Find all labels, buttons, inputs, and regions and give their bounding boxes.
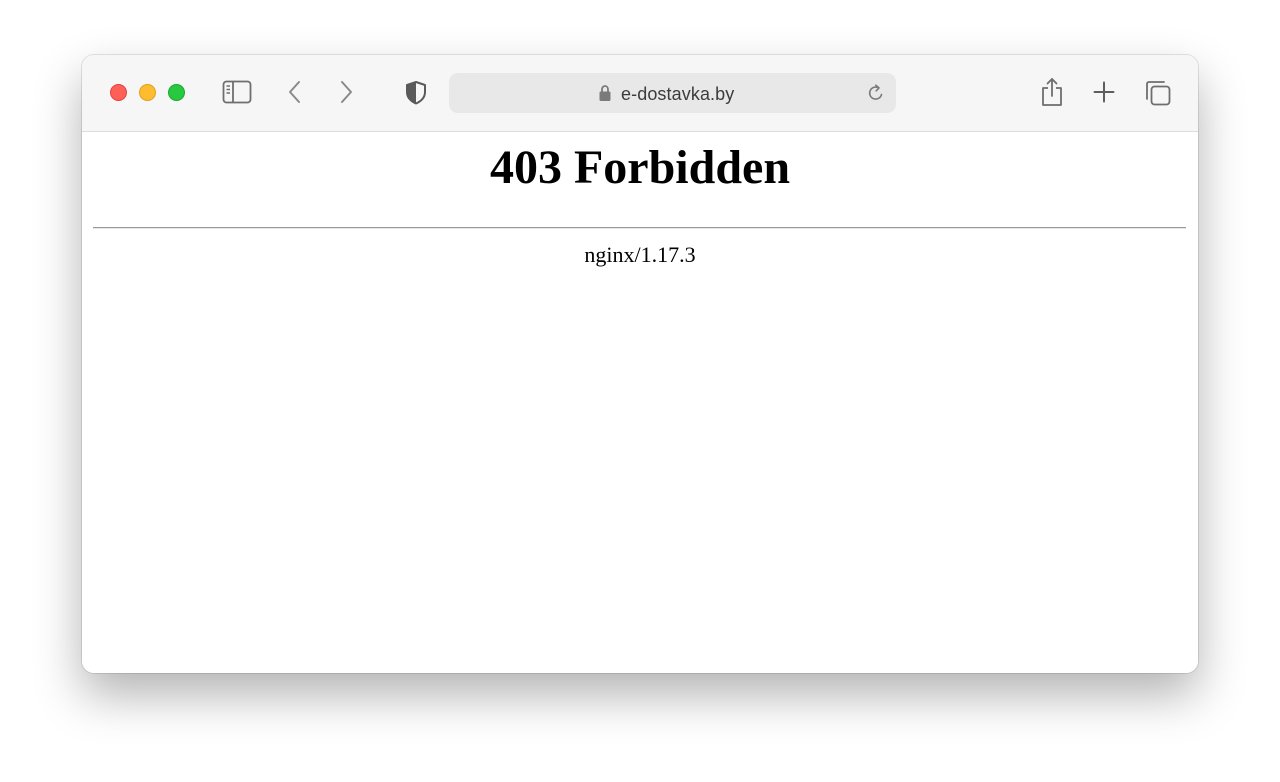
- page-content: 403 Forbidden nginx/1.17.3: [82, 132, 1198, 673]
- share-icon[interactable]: [1040, 77, 1064, 107]
- sidebar-icon[interactable]: [222, 80, 252, 104]
- close-window-button[interactable]: [110, 84, 127, 101]
- browser-window: e-dostavka.by 403 Forbidden nginx/1.17.3: [82, 55, 1198, 673]
- minimize-window-button[interactable]: [139, 84, 156, 101]
- shield-icon[interactable]: [404, 80, 428, 105]
- server-signature: nginx/1.17.3: [584, 242, 696, 267]
- divider: [93, 227, 1186, 229]
- tabs-overview-icon[interactable]: [1144, 79, 1172, 107]
- browser-toolbar: e-dostavka.by: [82, 55, 1198, 132]
- chevron-right-icon[interactable]: [335, 79, 357, 105]
- plus-icon[interactable]: [1093, 81, 1115, 103]
- lock-icon: [599, 85, 611, 101]
- zoom-window-button[interactable]: [168, 84, 185, 101]
- url-text[interactable]: e-dostavka.by: [621, 83, 734, 105]
- reload-icon[interactable]: [866, 83, 886, 103]
- chevron-left-icon[interactable]: [284, 79, 306, 105]
- address-bar[interactable]: e-dostavka.by: [449, 73, 896, 113]
- page-title: 403 Forbidden: [489, 141, 791, 194]
